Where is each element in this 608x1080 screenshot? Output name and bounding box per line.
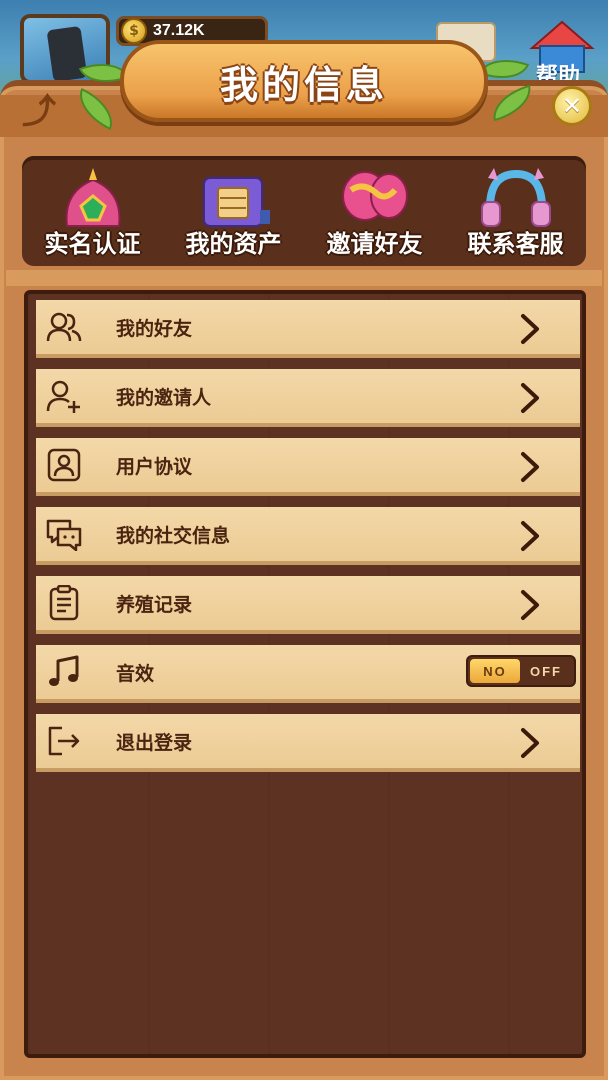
contact-card-icon (44, 445, 84, 485)
menu-item-breeding-records[interactable]: 养殖记录 (36, 576, 580, 634)
menu-item-label: 用户协议 (116, 455, 193, 478)
toggle-on-option[interactable]: NO (470, 659, 520, 683)
sound-toggle[interactable]: NO OFF (466, 655, 576, 687)
menu-item-label: 我的好友 (116, 317, 193, 340)
add-user-icon (44, 376, 84, 416)
chevron-right-icon (521, 383, 539, 413)
toggle-off-option[interactable]: OFF (520, 659, 572, 683)
chevron-right-icon (521, 314, 539, 344)
title-board: 我的信息 (120, 40, 488, 122)
menu-list: 我的好友 我的邀请人 用户协议 我的社交信息 养殖记录 音效 NO OFF 退出… (36, 300, 580, 783)
chevron-right-icon (521, 728, 539, 758)
shortcut-label: 联系客服 (467, 230, 564, 258)
menu-item-user-agreement[interactable]: 用户协议 (36, 438, 580, 496)
menu-item-label: 退出登录 (116, 731, 193, 754)
shortcut-invite-friends[interactable]: 邀请好友 (304, 156, 445, 266)
divider (6, 270, 602, 286)
shortcut-my-assets[interactable]: 我的资产 (163, 156, 304, 266)
menu-item-my-friends[interactable]: 我的好友 (36, 300, 580, 358)
menu-item-my-inviter[interactable]: 我的邀请人 (36, 369, 580, 427)
shortcut-label: 实名认证 (44, 230, 141, 258)
menu-item-label: 养殖记录 (116, 593, 193, 616)
menu-list-panel: 我的好友 我的邀请人 用户协议 我的社交信息 养殖记录 音效 NO OFF 退出… (24, 290, 586, 1058)
chevron-right-icon (521, 521, 539, 551)
chat-icon (44, 514, 84, 554)
page-title: 我的信息 (219, 62, 388, 107)
headphones-icon (480, 168, 551, 227)
chevron-right-icon (521, 452, 539, 482)
back-icon[interactable]: ⤴ (22, 94, 62, 130)
chevron-right-icon (521, 590, 539, 620)
clipboard-icon (44, 583, 84, 623)
menu-item-label: 我的社交信息 (116, 524, 231, 547)
close-icon: ✕ (561, 92, 583, 120)
menu-item-social-info[interactable]: 我的社交信息 (36, 507, 580, 565)
music-note-icon (44, 652, 84, 692)
shortcut-customer-service[interactable]: 联系客服 (445, 156, 586, 266)
shortcut-panel: 实名认证 我的资产 邀请好友 联系客服 (22, 156, 586, 266)
coin-value: 37.12K (153, 22, 205, 39)
shortcut-label: 我的资产 (185, 230, 282, 258)
menu-item-sound-effects: 音效 NO OFF (36, 645, 580, 703)
shortcut-label: 邀请好友 (326, 230, 423, 258)
friends-icon (44, 307, 84, 347)
shortcut-real-name[interactable]: 实名认证 (22, 156, 163, 266)
menu-item-label: 我的邀请人 (116, 386, 212, 409)
logout-icon (44, 721, 84, 761)
coin-icon: $ (121, 18, 147, 44)
crown-gem-icon (65, 168, 120, 227)
close-button[interactable]: ✕ (552, 86, 592, 126)
menu-item-label: 音效 (116, 662, 155, 685)
treasure-box-icon (202, 177, 270, 227)
balloons-icon (341, 171, 408, 221)
menu-item-logout[interactable]: 退出登录 (36, 714, 580, 772)
